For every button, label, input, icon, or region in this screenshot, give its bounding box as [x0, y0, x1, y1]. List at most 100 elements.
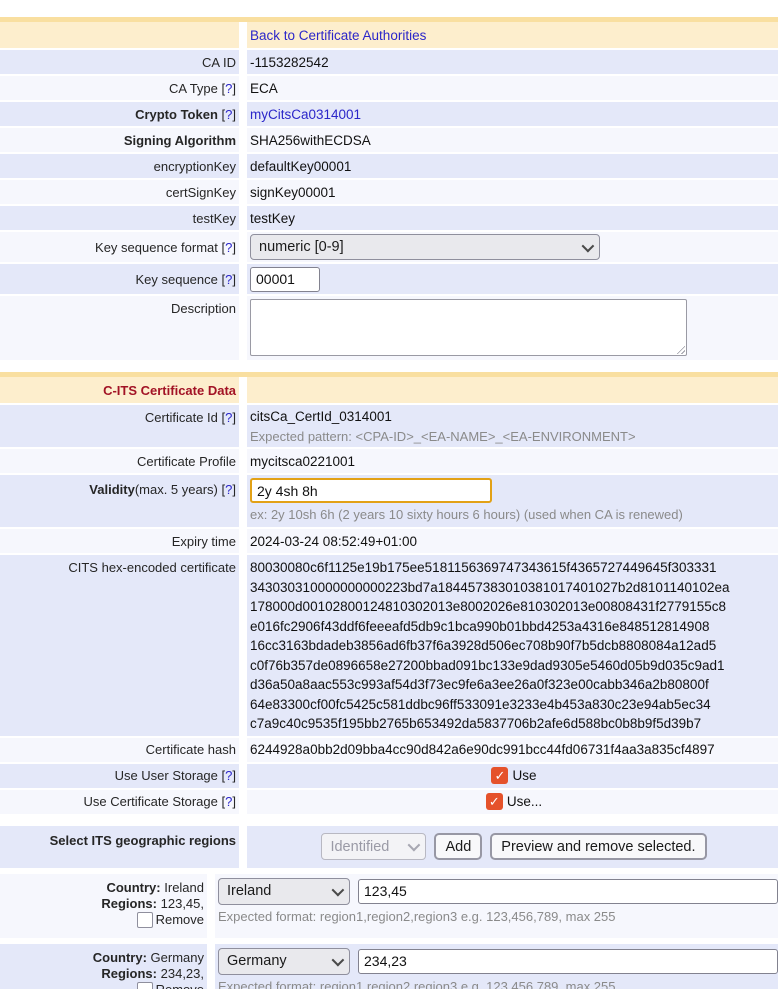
chevron-down-icon: [332, 953, 345, 966]
row-ca-type: CA Type [?] ECA: [0, 76, 778, 100]
cert-sign-key-value: signKey00001: [250, 185, 778, 200]
hex-line: c0f76b357de0896658e27200bbad091bc133e9da…: [250, 656, 778, 676]
use-user-storage-help: [?]: [222, 768, 236, 783]
country-select[interactable]: Ireland: [218, 878, 350, 905]
expiry-time-value: 2024-03-24 08:52:49+01:00: [250, 534, 778, 549]
key-sequence-format-label: Key sequence format: [95, 240, 218, 255]
row-select-regions: Select ITS geographic regions Identified…: [0, 826, 778, 868]
use-user-storage-checkbox-label: Use: [512, 768, 536, 783]
row-use-certificate-storage: Use Certificate Storage [?] ✓ Use...: [0, 790, 778, 814]
use-user-storage-checkbox[interactable]: ✓: [491, 767, 508, 784]
remove-region-checkbox[interactable]: [137, 912, 153, 928]
use-certificate-storage-checkbox-label: Use...: [507, 794, 542, 809]
row-certificate-profile: Certificate Profile mycitsca0221001: [0, 449, 778, 473]
regions-input[interactable]: [358, 949, 778, 974]
hex-line: 80030080c6f1125e19b175ee5181156369747343…: [250, 558, 778, 578]
regions-value: 234,23,: [161, 966, 204, 981]
crypto-token-link[interactable]: myCitsCa0314001: [250, 107, 778, 122]
chevron-down-icon: [408, 839, 421, 852]
hex-line: e016fc2906f43ddf6feeeafd5db9c1bca990b01b…: [250, 617, 778, 637]
expiry-time-label: Expiry time: [172, 534, 236, 549]
row-region-ireland: Country: Ireland Regions: 123,45, Remove…: [0, 874, 778, 938]
add-region-button[interactable]: Add: [434, 833, 482, 860]
ca-id-label: CA ID: [202, 55, 236, 70]
row-ca-id: CA ID -1153282542: [0, 50, 778, 74]
country-value: Ireland: [164, 880, 204, 895]
back-link-cell: Back to Certificate Authorities: [247, 22, 778, 48]
row-validity: Validity(max. 5 years) [?] ex: 2y 10sh 6…: [0, 475, 778, 527]
chevron-down-icon: [332, 883, 345, 896]
certificate-id-help: [?]: [222, 410, 236, 425]
checkbox-checked-icon: ✓: [489, 794, 500, 810]
validity-help: [?]: [222, 482, 236, 497]
row-hex-certificate: CITS hex-encoded certificate 80030080c6f…: [0, 555, 778, 736]
validity-input[interactable]: [250, 478, 492, 503]
back-to-certificate-authorities-link[interactable]: Back to Certificate Authorities: [250, 28, 778, 43]
use-user-storage-label: Use User Storage: [115, 768, 218, 783]
regions-value: 123,45,: [161, 896, 204, 911]
certificate-profile-value: mycitsca0221001: [250, 454, 778, 469]
certificate-id-hint: Expected pattern: <CPA-ID>_<EA-NAME>_<EA…: [250, 429, 778, 444]
ca-type-label: CA Type: [169, 81, 218, 96]
regions-format-hint: Expected format: region1,region2,region3…: [218, 979, 778, 989]
key-sequence-format-select[interactable]: numeric [0-9]: [250, 234, 600, 260]
checkbox-checked-icon: ✓: [495, 768, 506, 784]
row-region-germany: Country: Germany Regions: 234,23, Remove…: [0, 944, 778, 989]
use-certificate-storage-checkbox[interactable]: ✓: [486, 793, 503, 810]
row-key-sequence: Key sequence [?]: [0, 264, 778, 294]
signing-algorithm-value: SHA256withECDSA: [250, 133, 778, 148]
preview-remove-button[interactable]: Preview and remove selected.: [490, 833, 706, 860]
regions-input[interactable]: [358, 879, 778, 904]
resize-handle-icon[interactable]: [674, 343, 685, 354]
validity-hint: ex: 2y 10sh 6h (2 years 10 sixty hours 6…: [250, 507, 778, 522]
regions-format-hint: Expected format: region1,region2,region3…: [218, 909, 778, 924]
use-certificate-storage-label: Use Certificate Storage: [83, 794, 217, 809]
remove-region-checkbox[interactable]: [137, 982, 153, 989]
crypto-token-help: [?]: [222, 107, 236, 122]
key-sequence-help: [?]: [222, 272, 236, 287]
certificate-profile-label: Certificate Profile: [137, 454, 236, 469]
certificate-hash-label: Certificate hash: [146, 742, 236, 757]
hex-line: c7a9c40c9535f195bb2765b653492da5837706b2…: [250, 714, 778, 734]
row-use-user-storage: Use User Storage [?] ✓ Use: [0, 764, 778, 788]
top-section-header: Back to Certificate Authorities: [0, 17, 778, 48]
key-sequence-input[interactable]: [250, 267, 320, 292]
validity-label: Validity: [89, 482, 135, 497]
row-encryption-key: encryptionKey defaultKey00001: [0, 154, 778, 178]
row-signing-algorithm: Signing Algorithm SHA256withECDSA: [0, 128, 778, 152]
hex-line: 64e83300cf00fc5425c581ddbc96ff533091e323…: [250, 695, 778, 715]
row-description: Description: [0, 296, 778, 360]
hex-line: d36a50a8aac553c993af54d3f73ec9fe6a3ee26a…: [250, 675, 778, 695]
cits-section-title: C-ITS Certificate Data: [103, 383, 236, 398]
regions-label: Regions:: [101, 896, 157, 911]
signing-algorithm-label: Signing Algorithm: [124, 133, 236, 148]
remove-label: Remove: [156, 912, 204, 928]
hex-line: 178000d00102800124810302013e8002026e8103…: [250, 597, 778, 617]
description-textarea[interactable]: [250, 299, 687, 356]
hex-certificate-label: CITS hex-encoded certificate: [68, 560, 236, 575]
region-type-select: Identified: [321, 833, 426, 860]
country-label: Country:: [106, 880, 160, 895]
regions-label: Regions:: [101, 966, 157, 981]
certificate-hash-value: 6244928a0bb2d09bba4cc90d842a6e90dc991bcc…: [250, 742, 778, 757]
ca-type-help: [?]: [222, 81, 236, 96]
chevron-down-icon: [582, 239, 595, 252]
select-regions-label: Select ITS geographic regions: [50, 833, 236, 848]
encryption-key-label: encryptionKey: [154, 159, 236, 174]
use-certificate-storage-help: [?]: [222, 794, 236, 809]
hex-certificate-value: 80030080c6f1125e19b175ee5181156369747343…: [247, 555, 778, 736]
cits-section-header: C-ITS Certificate Data: [0, 372, 778, 403]
row-certificate-hash: Certificate hash 6244928a0bb2d09bba4cc90…: [0, 738, 778, 762]
test-key-value: testKey: [250, 211, 778, 226]
row-key-sequence-format: Key sequence format [?] numeric [0-9]: [0, 232, 778, 262]
row-cert-sign-key: certSignKey signKey00001: [0, 180, 778, 204]
validity-label-note: (max. 5 years): [135, 482, 218, 497]
remove-label: Remove: [156, 982, 204, 989]
cert-sign-key-label: certSignKey: [166, 185, 236, 200]
top-section-label-cell: [0, 22, 239, 48]
description-label: Description: [171, 301, 236, 316]
ca-id-value: -1153282542: [250, 55, 778, 70]
ca-type-value: ECA: [250, 81, 778, 96]
test-key-label: testKey: [193, 211, 236, 226]
country-select[interactable]: Germany: [218, 948, 350, 975]
